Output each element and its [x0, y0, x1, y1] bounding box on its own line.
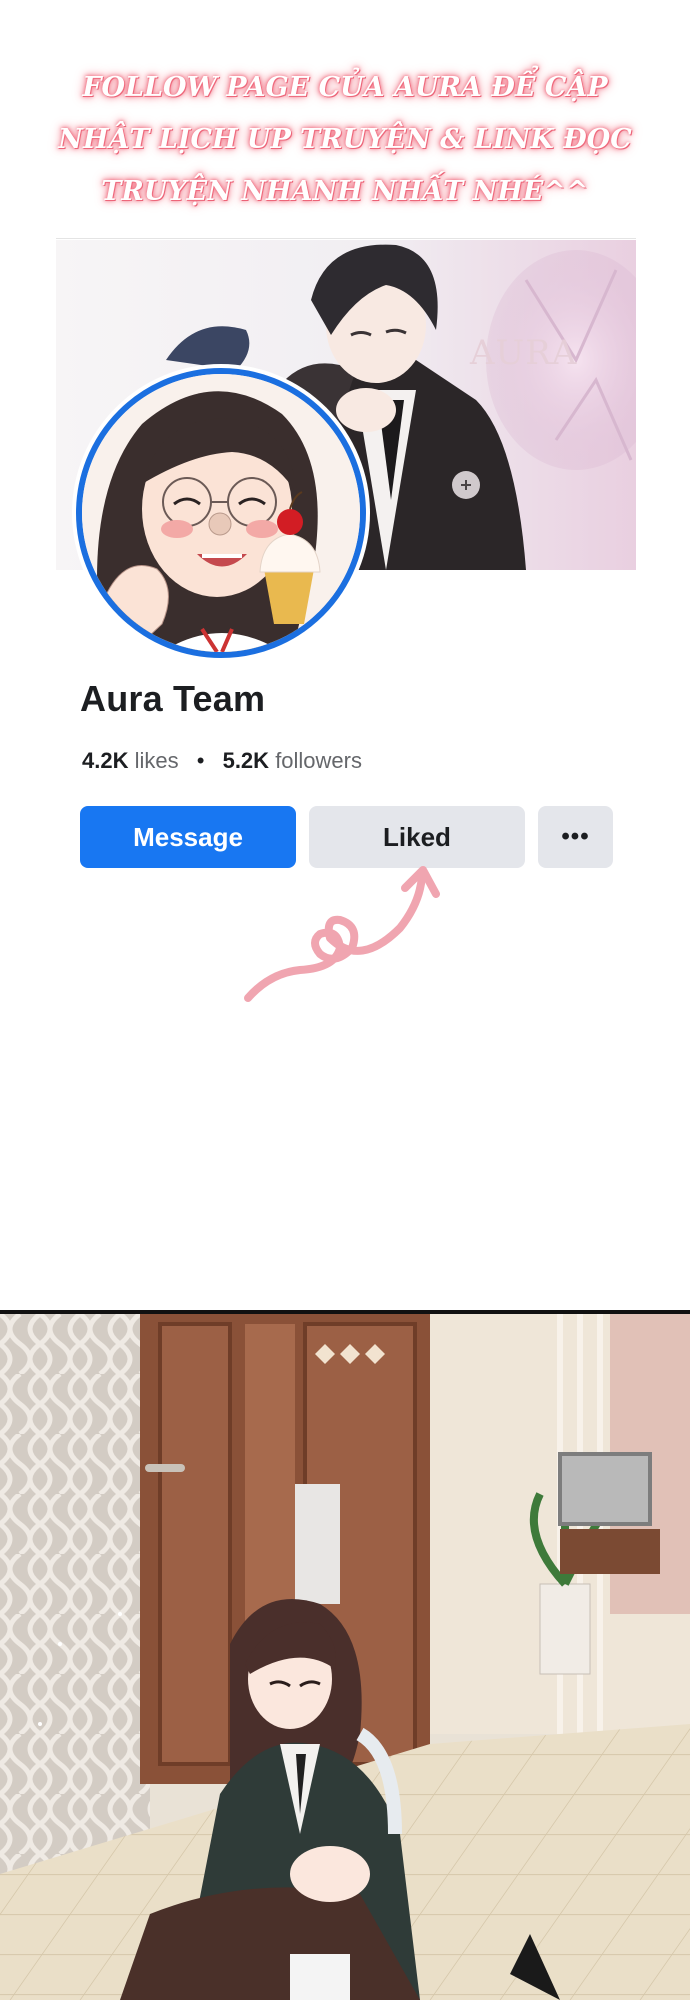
- profile-avatar[interactable]: [72, 364, 370, 662]
- more-dots-icon: •••: [561, 823, 590, 850]
- page-stats: 4.2K likes • 5.2K followers: [82, 748, 362, 774]
- comic-panel: [0, 1314, 690, 2000]
- banner-line-1: FOLLOW PAGE CỦA AURA ĐỂ CẬP: [82, 72, 608, 103]
- stats-separator: •: [196, 748, 205, 773]
- comic-panel-illustration: [0, 1314, 690, 2000]
- followers-count: 5.2K: [222, 748, 270, 773]
- avatar-illustration: [82, 374, 360, 652]
- banner-line-2: NHẬT LỊCH UP TRUYỆN & LINK ĐỌC: [58, 124, 632, 155]
- page-title: Aura Team: [80, 678, 266, 719]
- likes-label: likes: [134, 748, 179, 773]
- likes-count: 4.2K: [82, 748, 129, 773]
- banner-line-3: TRUYỆN NHANH NHẤT NHÉ^^: [101, 176, 589, 207]
- avatar-image: [76, 368, 366, 658]
- cover-watermark: AURA: [470, 333, 578, 373]
- promo-banner: FOLLOW PAGE CỦA AURA ĐỂ CẬP NHẬT LỊCH UP…: [40, 62, 650, 218]
- cover-top-border: [56, 238, 636, 239]
- more-options-button[interactable]: •••: [538, 806, 613, 868]
- heart-arrow-scribble-icon: [244, 866, 440, 1002]
- followers-label: followers: [275, 748, 362, 773]
